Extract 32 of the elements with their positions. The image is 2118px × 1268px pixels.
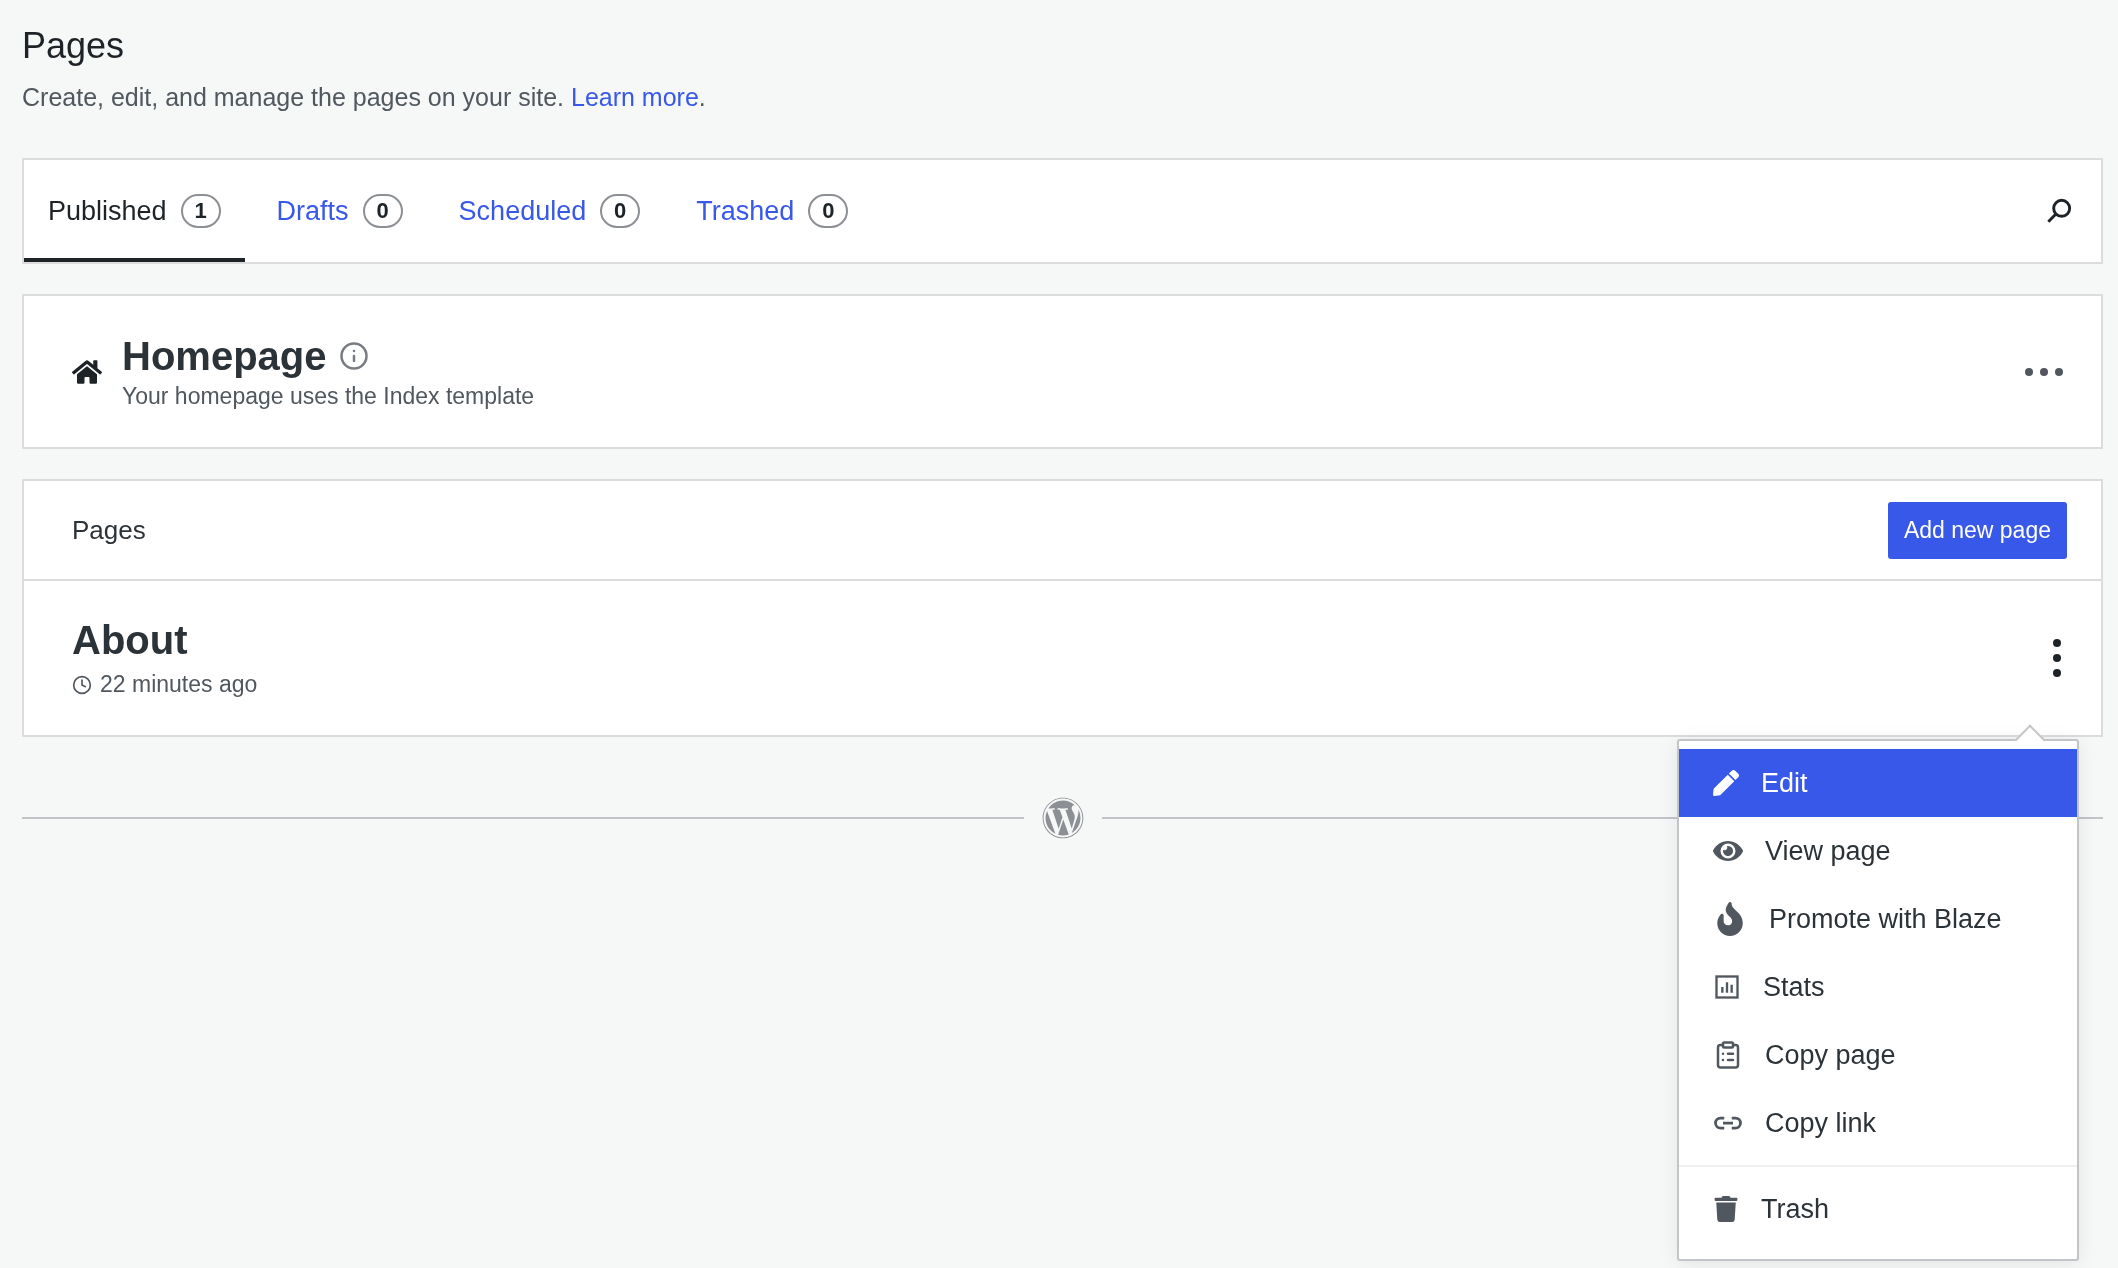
filter-tab[interactable]: Published 1 [24,160,245,262]
info-icon[interactable] [338,341,369,371]
clock-icon [72,674,92,695]
menu-item[interactable]: Stats [1679,953,2077,1021]
menu-item[interactable]: Promote with Blaze [1679,885,2077,953]
homepage-subtitle: Your homepage uses the Index template [122,382,536,410]
menu-item[interactable]: View page [1679,817,2077,885]
menu-item[interactable]: Trash [1679,1175,2077,1243]
bar-chart-icon [1713,973,1741,1001]
menu-item[interactable]: Edit [1679,749,2077,817]
learn-more-link[interactable]: Learn more [571,83,699,111]
wordpress-logo-icon [1041,797,1084,839]
page-title: Pages [22,24,126,68]
page-title-link[interactable]: About [72,618,188,662]
count-badge: 0 [600,194,641,228]
filter-tab[interactable]: Drafts 0 [252,160,427,262]
page-description: Create, edit, and manage the pages on your site. Learn more. [22,82,707,113]
more-icon [2025,367,2063,376]
pencil-icon [1713,770,1739,796]
menu-item[interactable]: Copy page [1679,1021,2077,1089]
add-new-page-button[interactable]: Add new page [1887,501,2067,559]
count-badge: 0 [362,194,403,228]
filter-tab[interactable]: Trashed 0 [672,160,873,262]
modified-time: 22 minutes ago [100,671,258,698]
menu-item[interactable]: Copy link [1679,1089,2077,1157]
filter-tab[interactable]: Scheduled 0 [434,160,665,262]
count-badge: 0 [808,194,849,228]
trash-icon [1713,1196,1739,1222]
more-icon [2053,639,2061,677]
list-heading: Pages [72,514,146,546]
homepage-title: Homepage [122,333,327,379]
count-badge: 1 [180,194,221,228]
